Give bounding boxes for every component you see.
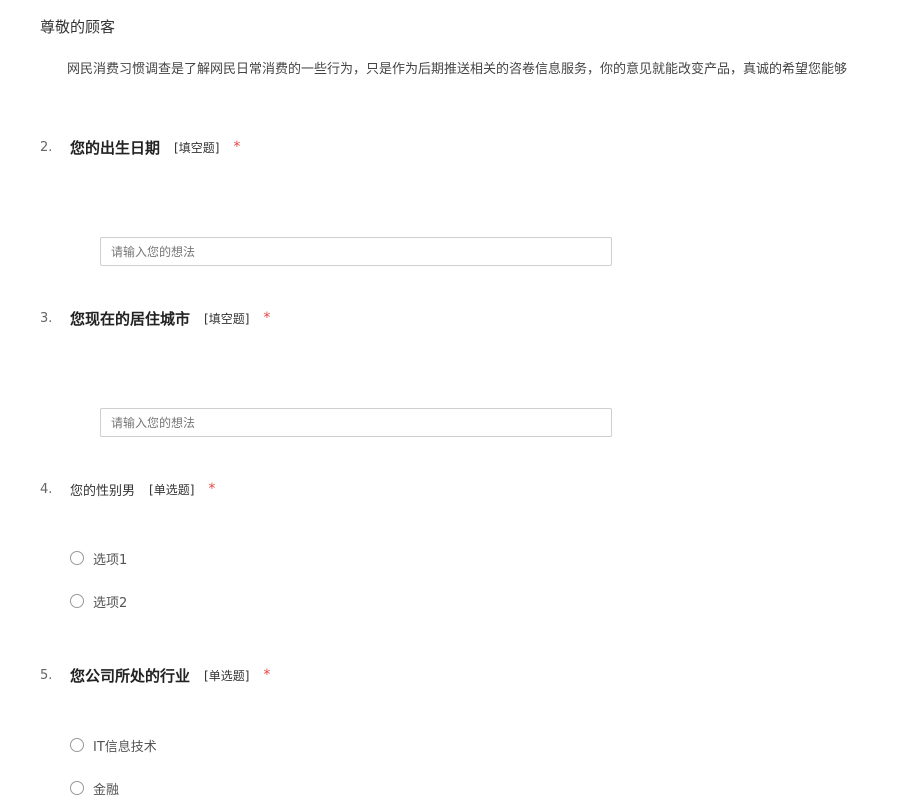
radio-circle-icon[interactable] xyxy=(70,781,84,795)
residence-city-input[interactable] xyxy=(100,408,612,437)
gender-option-2[interactable]: 选项2 xyxy=(70,591,127,611)
question-5-header: 5. 您公司所处的行业 [单选题] * xyxy=(40,663,270,687)
question-title: 您公司所处的行业 xyxy=(70,666,191,685)
survey-intro: 网民消费习惯调查是了解网民日常消费的一些行为，只是作为后期推送相关的咨卷信息服务… xyxy=(67,62,848,77)
birth-date-input[interactable] xyxy=(100,237,612,266)
radio-circle-icon[interactable] xyxy=(70,551,84,565)
question-type: [单选题] xyxy=(149,482,195,497)
question-number: 2. xyxy=(40,139,53,155)
industry-option-it[interactable]: IT信息技术 xyxy=(70,735,157,755)
question-title: 您的性别男 xyxy=(70,483,136,499)
question-2-header: 2. 您的出生日期 [填空题] * xyxy=(40,135,240,159)
question-type: [填空题] xyxy=(204,311,250,326)
question-number: 3. xyxy=(40,310,53,326)
question-type: [填空题] xyxy=(174,140,220,155)
question-number: 4. xyxy=(40,481,53,497)
required-mark: * xyxy=(263,667,271,683)
question-number: 5. xyxy=(40,667,53,683)
radio-circle-icon[interactable] xyxy=(70,594,84,608)
option-label: IT信息技术 xyxy=(93,739,157,755)
question-3-header: 3. 您现在的居住城市 [填空题] * xyxy=(40,306,270,330)
required-mark: * xyxy=(263,310,271,326)
option-label: 选项1 xyxy=(93,552,128,568)
option-label: 选项2 xyxy=(93,595,128,611)
required-mark: * xyxy=(233,139,241,155)
question-title: 您现在的居住城市 xyxy=(70,309,191,328)
question-type: [单选题] xyxy=(204,668,250,683)
greeting: 尊敬的顾客 xyxy=(40,18,116,36)
question-title: 您的出生日期 xyxy=(70,138,161,157)
option-label: 金融 xyxy=(93,782,120,798)
required-mark: * xyxy=(208,481,216,497)
question-4-header: 4. 您的性别男 [单选题] * xyxy=(40,477,215,501)
gender-option-1[interactable]: 选项1 xyxy=(70,548,127,568)
industry-option-finance[interactable]: 金融 xyxy=(70,778,119,798)
radio-circle-icon[interactable] xyxy=(70,738,84,752)
